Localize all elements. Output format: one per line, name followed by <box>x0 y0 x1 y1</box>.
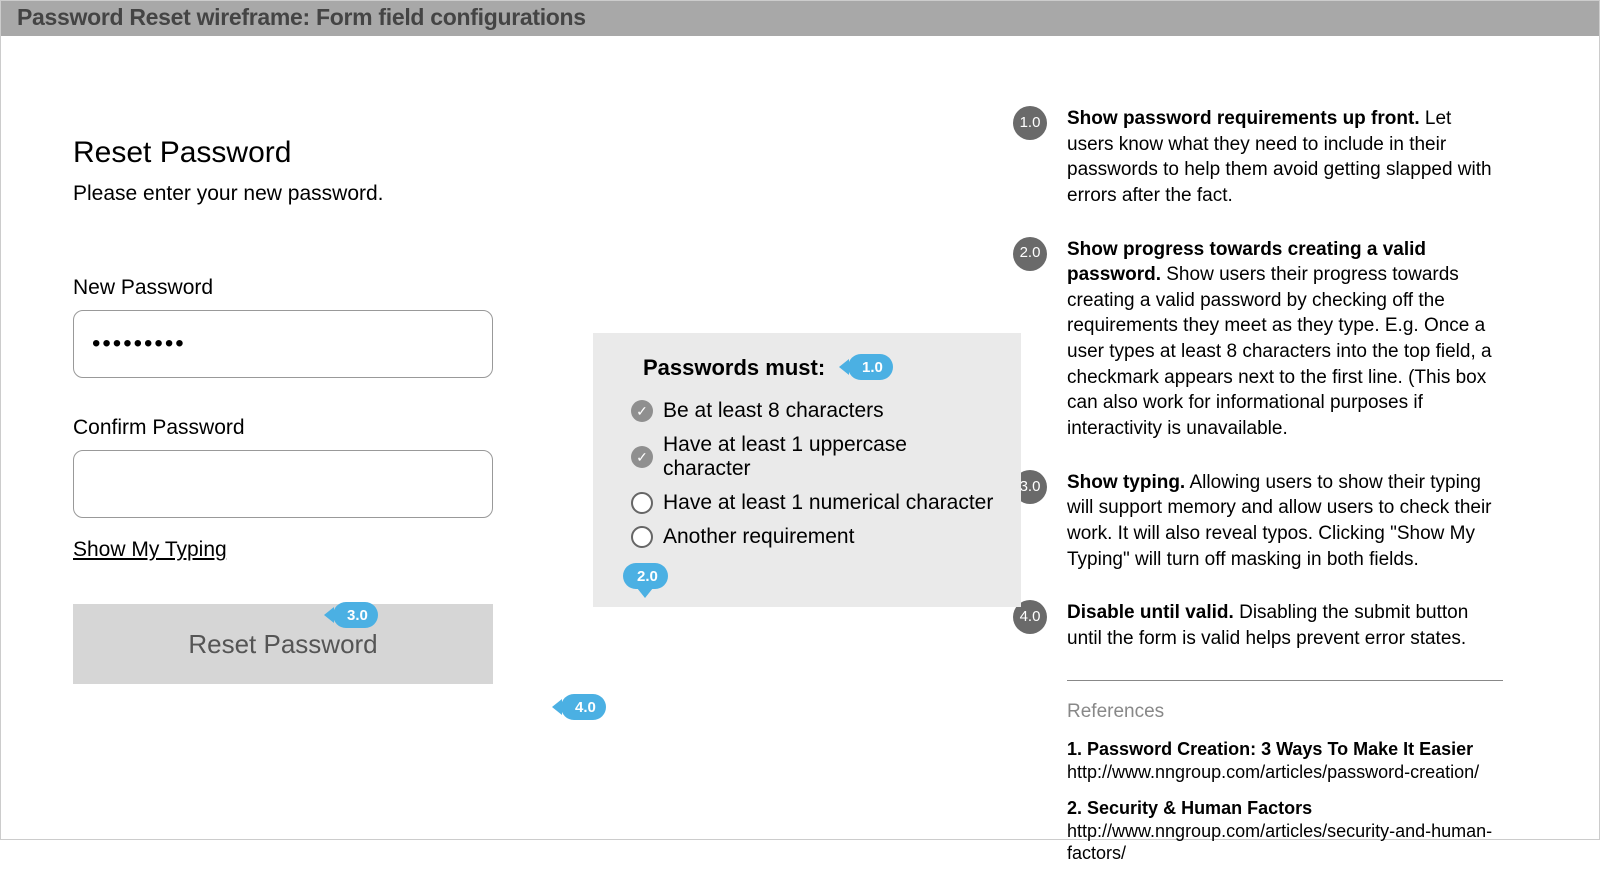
annotation-number-badge: 2.0 <box>1013 237 1047 271</box>
form-heading: Reset Password <box>73 136 493 170</box>
confirm-password-input[interactable] <box>73 450 493 518</box>
reset-password-button[interactable]: Reset Password <box>73 604 493 684</box>
requirement-text: Another requirement <box>663 525 854 549</box>
show-typing-link[interactable]: Show My Typing <box>73 538 227 562</box>
divider <box>1067 680 1503 681</box>
reference-item: 2. Security & Human Factors http://www.n… <box>1067 797 1503 865</box>
new-password-input[interactable] <box>73 310 493 378</box>
annotation-item: 2.0 Show progress towards creating a val… <box>1013 237 1503 442</box>
annotation-text: Show password requirements up front. Let… <box>1067 106 1503 209</box>
references-heading: References <box>1067 699 1503 725</box>
callout-balloon-3: 3.0 <box>333 602 378 628</box>
reference-item: 1. Password Creation: 3 Ways To Make It … <box>1067 738 1503 783</box>
requirement-text: Have at least 1 uppercase character <box>663 433 999 481</box>
new-password-label: New Password <box>73 276 493 300</box>
requirement-item: Have at least 1 numerical character <box>631 491 999 515</box>
annotation-item: 4.0 Disable until valid. Disabling the s… <box>1013 600 1503 651</box>
empty-circle-icon <box>631 492 653 514</box>
wireframe-area: Reset Password Please enter your new pas… <box>73 76 973 879</box>
annotations-sidebar: 1.0 Show password requirements up front.… <box>1013 76 1503 879</box>
checkmark-icon: ✓ <box>631 400 653 422</box>
requirement-item: ✓ Be at least 8 characters <box>631 399 999 423</box>
requirement-item: ✓ Have at least 1 uppercase character <box>631 433 999 481</box>
form-subheading: Please enter your new password. <box>73 182 493 206</box>
requirements-title: Passwords must: <box>631 355 999 381</box>
annotation-number-badge: 1.0 <box>1013 106 1047 140</box>
requirement-text: Be at least 8 characters <box>663 399 884 423</box>
annotation-text: Show typing. Allowing users to show thei… <box>1067 470 1503 573</box>
requirement-text: Have at least 1 numerical character <box>663 491 993 515</box>
annotation-text: Show progress towards creating a valid p… <box>1067 237 1503 442</box>
requirement-item: Another requirement <box>631 525 999 549</box>
callout-balloon-2: 2.0 <box>623 563 668 589</box>
page-title-bar: Password Reset wireframe: Form field con… <box>1 1 1599 36</box>
page-title: Password Reset wireframe: Form field con… <box>17 4 586 30</box>
callout-balloon-4: 4.0 <box>561 694 606 720</box>
confirm-password-label: Confirm Password <box>73 416 493 440</box>
empty-circle-icon <box>631 526 653 548</box>
annotation-text: Disable until valid. Disabling the submi… <box>1067 600 1503 651</box>
checkmark-icon: ✓ <box>631 446 653 468</box>
annotation-item: 1.0 Show password requirements up front.… <box>1013 106 1503 209</box>
callout-balloon-1: 1.0 <box>848 354 893 380</box>
annotation-item: 3.0 Show typing. Allowing users to show … <box>1013 470 1503 573</box>
